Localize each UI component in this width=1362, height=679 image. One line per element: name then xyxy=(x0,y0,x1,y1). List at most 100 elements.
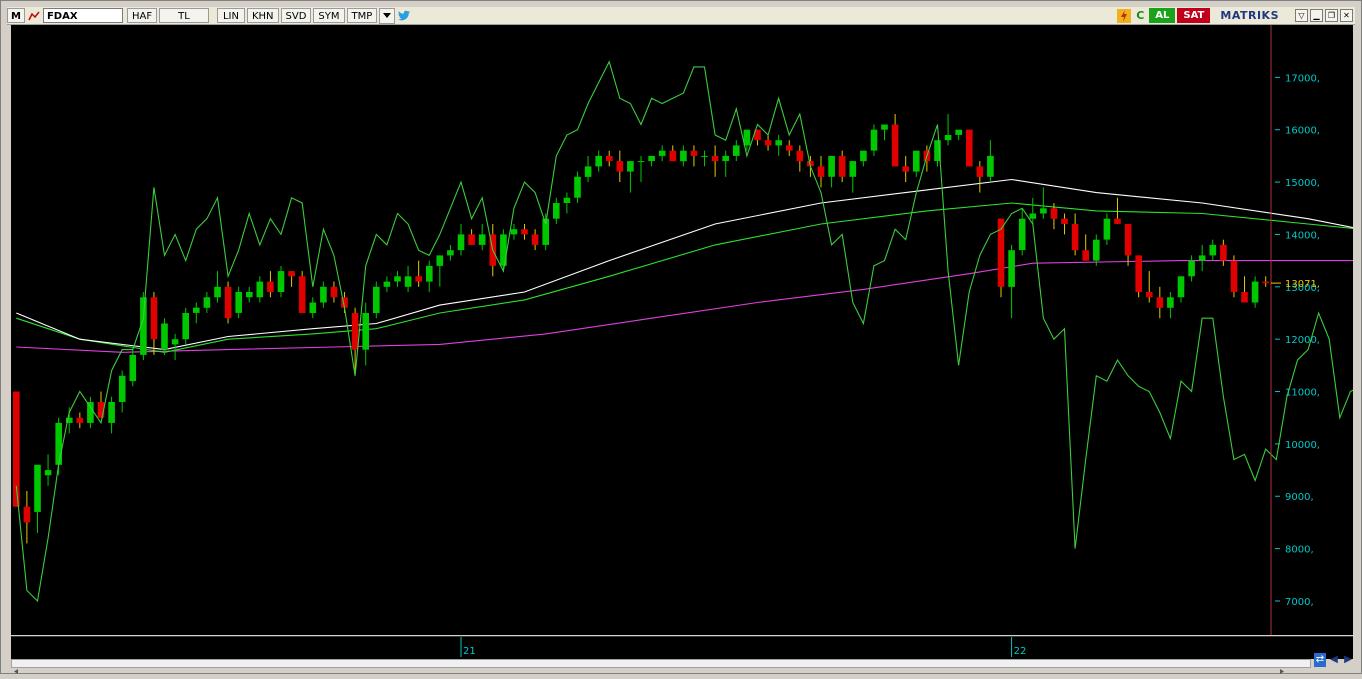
candle-body xyxy=(478,234,486,245)
y-tick-label: 14000, xyxy=(1285,230,1320,241)
tl-button[interactable]: TL xyxy=(158,8,209,23)
price-chart[interactable]: 7000, 8000, 9000, 10000, 11000, 12000, 13000, 1… xyxy=(11,25,1362,635)
candle-body xyxy=(701,155,708,157)
minimize-icon[interactable]: ▁ xyxy=(1310,9,1323,22)
candle-body xyxy=(584,166,592,177)
candle-body xyxy=(55,422,62,465)
candle-body xyxy=(913,150,920,172)
candle-body xyxy=(108,402,115,423)
candle-body xyxy=(1114,218,1121,224)
svd-button[interactable]: SVD xyxy=(280,8,312,23)
candle-body xyxy=(426,265,433,282)
candle-body xyxy=(563,197,571,203)
indicator-line xyxy=(15,60,1362,603)
candle-body xyxy=(1146,292,1153,298)
haf-button[interactable]: HAF xyxy=(126,8,157,23)
collapse-icon[interactable]: ▽ xyxy=(1295,9,1308,22)
candle-body xyxy=(1167,297,1174,308)
candle-body xyxy=(944,135,952,141)
lightning-icon[interactable] xyxy=(1117,8,1132,23)
y-tick-label: 8000, xyxy=(1285,545,1314,556)
candle-body xyxy=(976,166,984,177)
candle-body xyxy=(1251,281,1259,303)
candle-body xyxy=(1082,250,1089,261)
candle-body xyxy=(1029,213,1037,219)
candle-body xyxy=(955,129,962,135)
candle-body xyxy=(627,161,634,172)
candle-body xyxy=(616,161,624,172)
candle-body xyxy=(394,276,401,282)
moving-average-green xyxy=(16,202,1362,353)
twitter-bird-icon[interactable] xyxy=(397,9,411,23)
y-tick-label: 15000, xyxy=(1285,178,1320,189)
candle-body xyxy=(246,292,253,298)
chart-type-icon[interactable] xyxy=(27,9,41,23)
candle-body xyxy=(118,375,126,402)
candle-body xyxy=(1018,218,1026,251)
candle-body xyxy=(711,155,719,162)
candle-body xyxy=(87,402,94,423)
candle-body xyxy=(1230,260,1238,292)
y-tick-label: 17000, xyxy=(1285,73,1320,84)
candle-body xyxy=(1071,224,1079,251)
candle-body xyxy=(267,281,274,293)
candle-body xyxy=(680,150,687,162)
navigation-controls: ⇄ ◀ ▶ xyxy=(1314,651,1356,668)
candle-body xyxy=(1135,255,1142,293)
candle-body xyxy=(256,281,264,298)
candle-body xyxy=(637,161,645,163)
candle-body xyxy=(447,250,454,256)
candle-body xyxy=(298,276,306,313)
application-window: M FDAX HAF TL LIN KHN SVD SYM TMP C AL S… xyxy=(0,0,1362,674)
symbol-input[interactable]: FDAX xyxy=(42,8,123,23)
candle-body xyxy=(966,129,973,167)
scroll-left-icon[interactable] xyxy=(14,669,18,674)
candle-body xyxy=(224,286,232,319)
nav-right-icon[interactable]: ▶ xyxy=(1342,653,1354,667)
khn-button[interactable]: KHN xyxy=(246,8,279,23)
candle-body xyxy=(23,506,31,523)
sell-button[interactable]: SAT xyxy=(1177,8,1211,23)
candle-body xyxy=(574,176,581,198)
y-tick-label: 10000, xyxy=(1285,440,1320,451)
candle-body xyxy=(553,203,560,219)
nav-left-icon[interactable]: ◀ xyxy=(1328,653,1340,667)
candle-body xyxy=(849,161,857,177)
candle-body xyxy=(150,297,158,340)
candle-body xyxy=(521,229,528,235)
candle-body xyxy=(669,150,677,162)
candle-body xyxy=(1156,297,1164,308)
candle-body xyxy=(733,145,740,156)
close-icon[interactable]: ✕ xyxy=(1340,9,1353,22)
candle-body xyxy=(764,140,772,146)
y-tick-label: 9000, xyxy=(1285,492,1314,503)
candle-body xyxy=(1124,224,1132,256)
dropdown-arrow-icon[interactable] xyxy=(379,7,396,24)
y-tick-label: 7000, xyxy=(1285,597,1314,608)
candle-body xyxy=(330,286,338,298)
candle-body xyxy=(203,297,211,308)
candle-body xyxy=(161,323,168,350)
restore-icon[interactable]: ❐ xyxy=(1325,9,1338,22)
candle-body xyxy=(436,255,444,266)
scroll-right-icon[interactable] xyxy=(1280,669,1284,674)
tmp-button[interactable]: TMP xyxy=(346,8,378,23)
candle-body xyxy=(531,234,539,245)
menu-m-button[interactable]: M xyxy=(7,8,25,23)
refresh-c-icon[interactable]: C xyxy=(1133,9,1147,23)
x-tick-label: 22 xyxy=(1014,646,1027,657)
candle-body xyxy=(796,150,804,162)
horizontal-scrollbar[interactable] xyxy=(11,659,1311,674)
candle-body xyxy=(320,286,327,303)
sym-button[interactable]: SYM xyxy=(313,8,345,23)
x-axis: 21 22 xyxy=(11,636,1353,659)
sync-icon[interactable]: ⇄ xyxy=(1314,652,1326,667)
candle-body xyxy=(817,166,825,177)
lin-button[interactable]: LIN xyxy=(216,8,245,23)
candle-body xyxy=(860,150,867,162)
candle-body xyxy=(415,276,422,282)
candle-body xyxy=(44,470,52,476)
buy-button[interactable]: AL xyxy=(1149,8,1176,23)
candle-body xyxy=(1177,276,1185,298)
candle-body xyxy=(838,155,846,177)
